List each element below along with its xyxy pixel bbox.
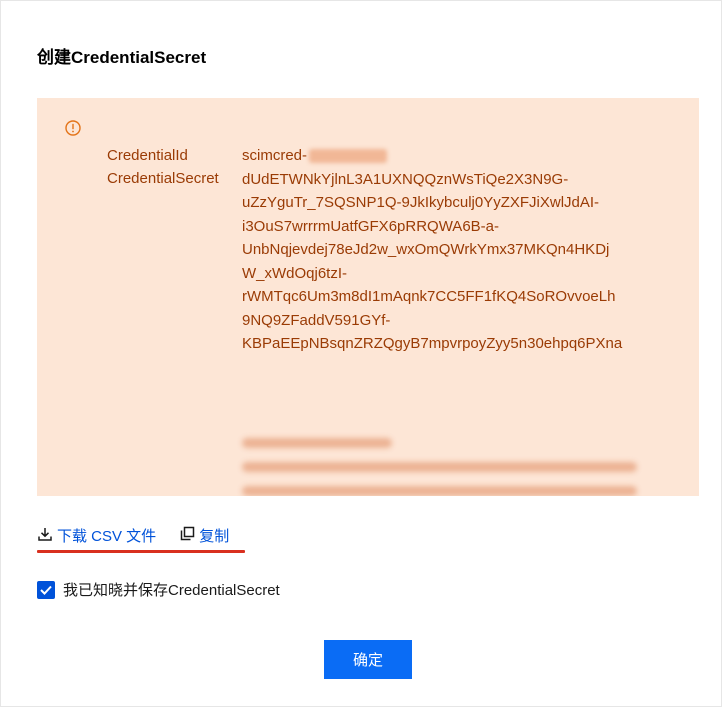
secret-line: uZzYguTr_7SQSNP1Q-9JkIkybculj0YyZXFJiXwl… bbox=[242, 194, 600, 211]
secret-line: UnbNqjevdej78eJd2w_wxOmQWrkYmx37MKQn4HKD… bbox=[242, 241, 610, 258]
acknowledge-checkbox-row[interactable]: 我已知晓并保存CredentialSecret bbox=[37, 579, 280, 600]
redacted-line bbox=[242, 462, 637, 472]
create-credential-secret-dialog: 创建CredentialSecret CredentialId Credenti… bbox=[0, 0, 722, 707]
warning-circle-icon bbox=[65, 120, 81, 136]
credential-values: scimcred- dUdETWNkYjlnL3A1UXNQQznWsTiQe2… bbox=[242, 144, 672, 356]
secret-notice-panel: CredentialId CredentialSecret scimcred- … bbox=[37, 98, 699, 496]
dialog-title: 创建CredentialSecret bbox=[37, 48, 207, 67]
confirm-button[interactable]: 确定 bbox=[324, 640, 412, 679]
secret-line: W_xWdOqj6tzI- bbox=[242, 264, 348, 282]
credential-id-label: CredentialId bbox=[107, 147, 188, 164]
credential-id-value: scimcred- bbox=[242, 147, 308, 164]
actions-underline bbox=[37, 550, 245, 553]
credential-secret-label: CredentialSecret bbox=[107, 170, 219, 187]
secret-line: dUdETWNkYjlnL3A1UXNQQznWsTiQe2X3N9G- bbox=[242, 170, 569, 188]
download-icon bbox=[37, 526, 53, 546]
secret-actions: 下载 CSV 文件 复制 bbox=[37, 525, 229, 546]
credential-labels: CredentialId CredentialSecret bbox=[107, 144, 219, 190]
copy-label: 复制 bbox=[199, 528, 230, 545]
secret-line: KBPaEEpNBsqnZRZQgyB7mpvrpoyZyy5n30ehpq6P… bbox=[242, 335, 623, 352]
redacted-secret-block bbox=[242, 432, 642, 496]
redacted-line bbox=[242, 486, 637, 496]
acknowledge-label: 我已知晓并保存CredentialSecret bbox=[63, 582, 280, 599]
redacted-line bbox=[242, 438, 392, 448]
copy-link[interactable]: 复制 bbox=[180, 525, 229, 546]
secret-line: i3OuS7wrrrmUatfGFX6pRRQWA6B-a- bbox=[242, 217, 499, 235]
redacted-region bbox=[309, 149, 388, 164]
copy-icon bbox=[180, 526, 195, 545]
credential-id-value-row: scimcred- bbox=[242, 144, 672, 168]
acknowledge-checkbox[interactable] bbox=[37, 580, 55, 599]
download-csv-label: 下载 CSV 文件 bbox=[57, 528, 157, 545]
secret-line: rWMTqc6Um3m8dI1mAqnk7CC5FF1fKQ4SoROvvoeL… bbox=[242, 288, 616, 305]
download-csv-link[interactable]: 下载 CSV 文件 bbox=[37, 525, 156, 546]
secret-line: 9NQ9ZFaddV591GYf- bbox=[242, 311, 391, 329]
